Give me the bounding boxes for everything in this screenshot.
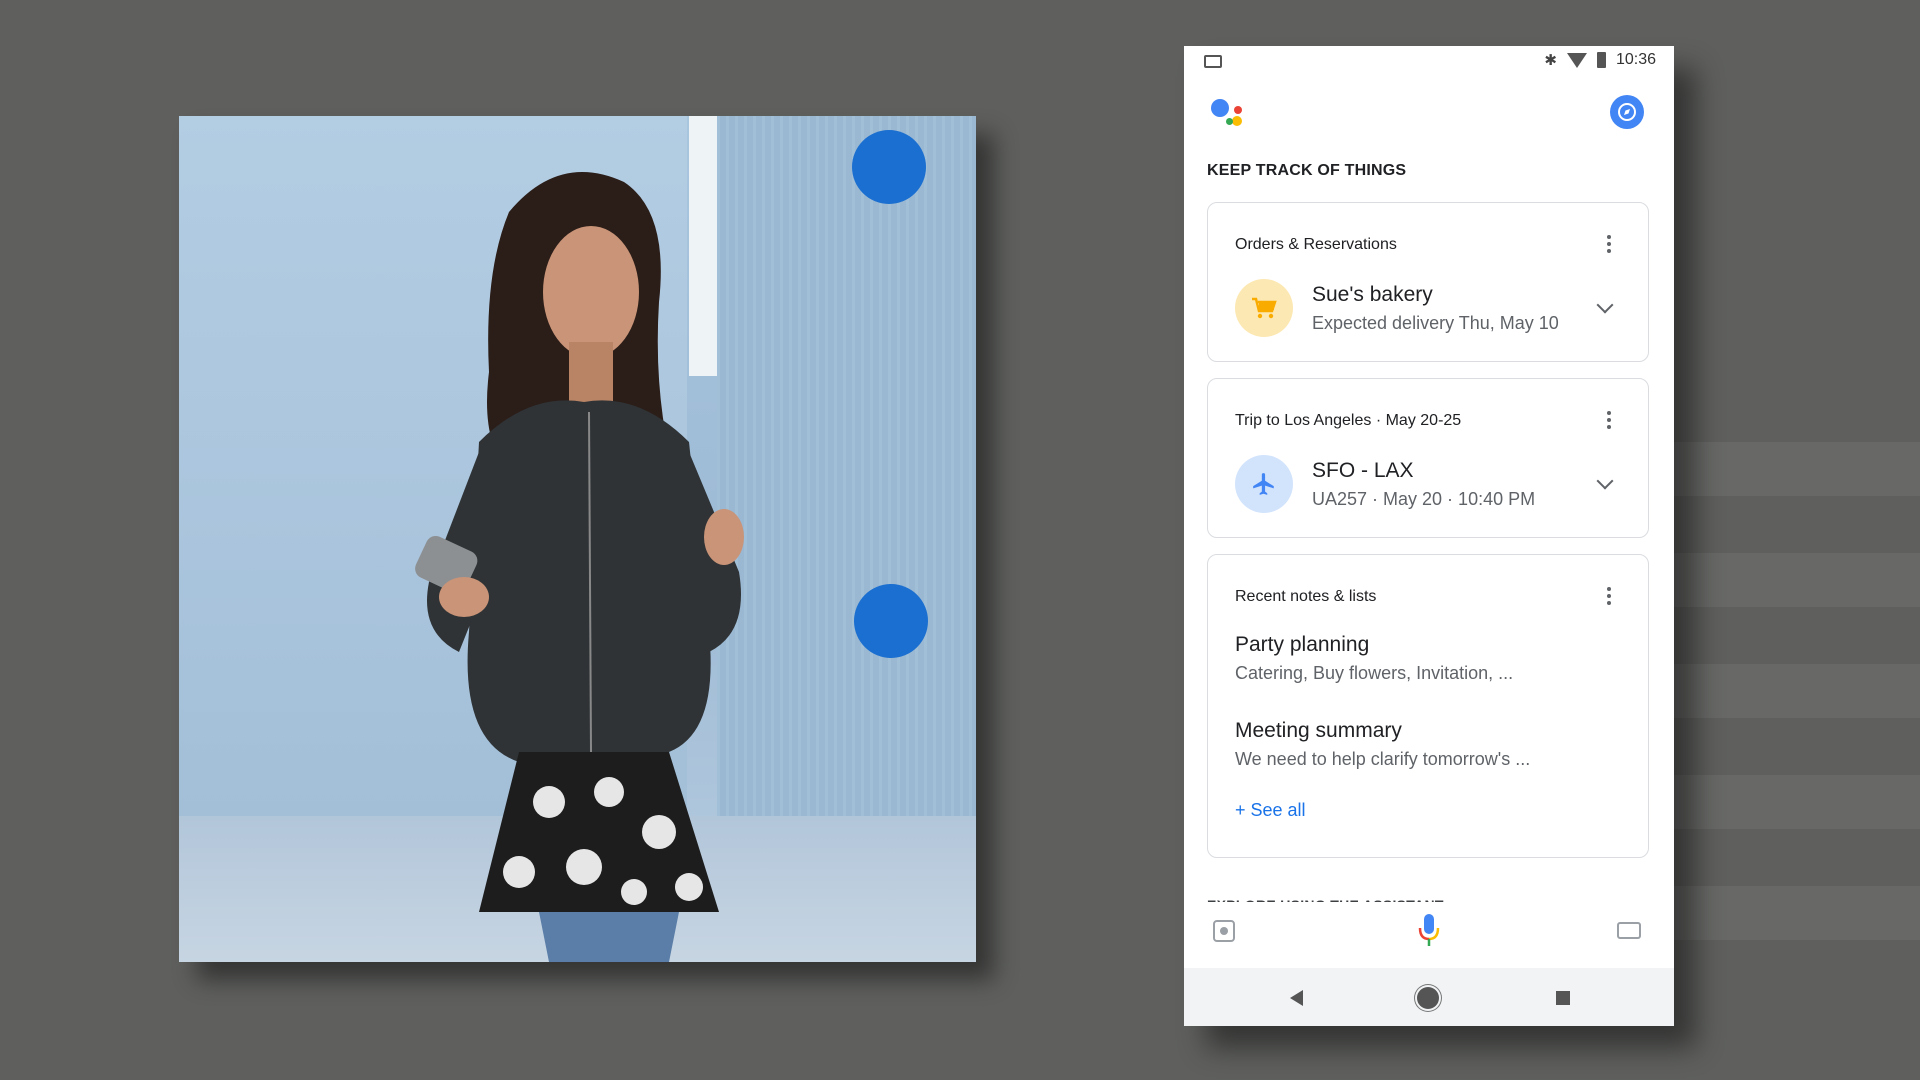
card-title: Recent notes & lists (1235, 588, 1377, 605)
mic-icon[interactable] (1417, 912, 1441, 948)
presenter-video (179, 116, 976, 962)
status-icons: ✱ 10:36 (1544, 51, 1656, 69)
more-vert-icon[interactable] (1607, 411, 1611, 432)
recents-icon[interactable] (1556, 991, 1570, 1005)
stage-dot (852, 130, 926, 204)
section-title: KEEP TRACK OF THINGS (1207, 162, 1407, 179)
notes-card: Recent notes & lists Party planning Cate… (1207, 554, 1649, 858)
note-subtitle: We need to help clarify tomorrow's ... (1235, 749, 1531, 769)
keyboard-icon[interactable] (1617, 922, 1641, 939)
phone-screen: ✱ 10:36 KEEP TRACK OF THINGS Orders & Re… (1184, 46, 1674, 1026)
note-title[interactable]: Party planning (1235, 633, 1369, 657)
background-stripe (1672, 442, 1920, 496)
background-stripe (1672, 664, 1920, 718)
battery-icon (1596, 52, 1606, 68)
cart-icon (1235, 279, 1293, 337)
assistant-input-bar (1184, 902, 1674, 960)
status-time: 10:36 (1615, 51, 1656, 68)
more-vert-icon[interactable] (1607, 235, 1611, 256)
trip-card[interactable]: Trip to Los Angeles · May 20-25 SFO - LA… (1207, 378, 1649, 538)
chevron-down-icon[interactable] (1596, 296, 1614, 314)
note-subtitle: Catering, Buy flowers, Invitation, ... (1235, 663, 1514, 683)
presenter-figure (415, 172, 744, 962)
flight-title: SFO - LAX (1312, 459, 1414, 482)
bluetooth-icon: ✱ (1544, 52, 1557, 69)
order-title: Sue's bakery (1312, 283, 1433, 306)
note-title[interactable]: Meeting summary (1235, 719, 1402, 743)
wifi-icon (1566, 52, 1587, 68)
lens-icon[interactable] (1213, 920, 1235, 942)
google-assistant-logo (1211, 97, 1251, 137)
see-all-link[interactable]: + See all (1235, 800, 1306, 821)
stage-dot (854, 584, 928, 658)
back-icon[interactable] (1290, 990, 1303, 1006)
cast-icon (1204, 55, 1222, 68)
explore-button[interactable] (1610, 95, 1644, 129)
status-bar: ✱ 10:36 (1184, 46, 1674, 76)
background-stripe (1672, 775, 1920, 829)
card-title: Trip to Los Angeles · May 20-25 (1235, 412, 1462, 429)
background-stripe (1672, 553, 1920, 607)
more-vert-icon[interactable] (1607, 587, 1611, 608)
card-title: Orders & Reservations (1235, 236, 1397, 253)
home-icon[interactable] (1417, 987, 1439, 1009)
orders-card[interactable]: Orders & Reservations Sue's bakery Expec… (1207, 202, 1649, 362)
next-section-title: EXPLORE USING THE ASSISTANT (1207, 894, 1444, 902)
android-nav-bar (1184, 968, 1674, 1026)
airplane-icon (1235, 455, 1293, 513)
flight-subtitle: UA257 · May 20 · 10:40 PM (1312, 489, 1536, 509)
background-stripe (1672, 886, 1920, 940)
compass-icon (1618, 103, 1636, 121)
order-subtitle: Expected delivery Thu, May 10 (1312, 313, 1559, 333)
chevron-down-icon[interactable] (1596, 472, 1614, 490)
